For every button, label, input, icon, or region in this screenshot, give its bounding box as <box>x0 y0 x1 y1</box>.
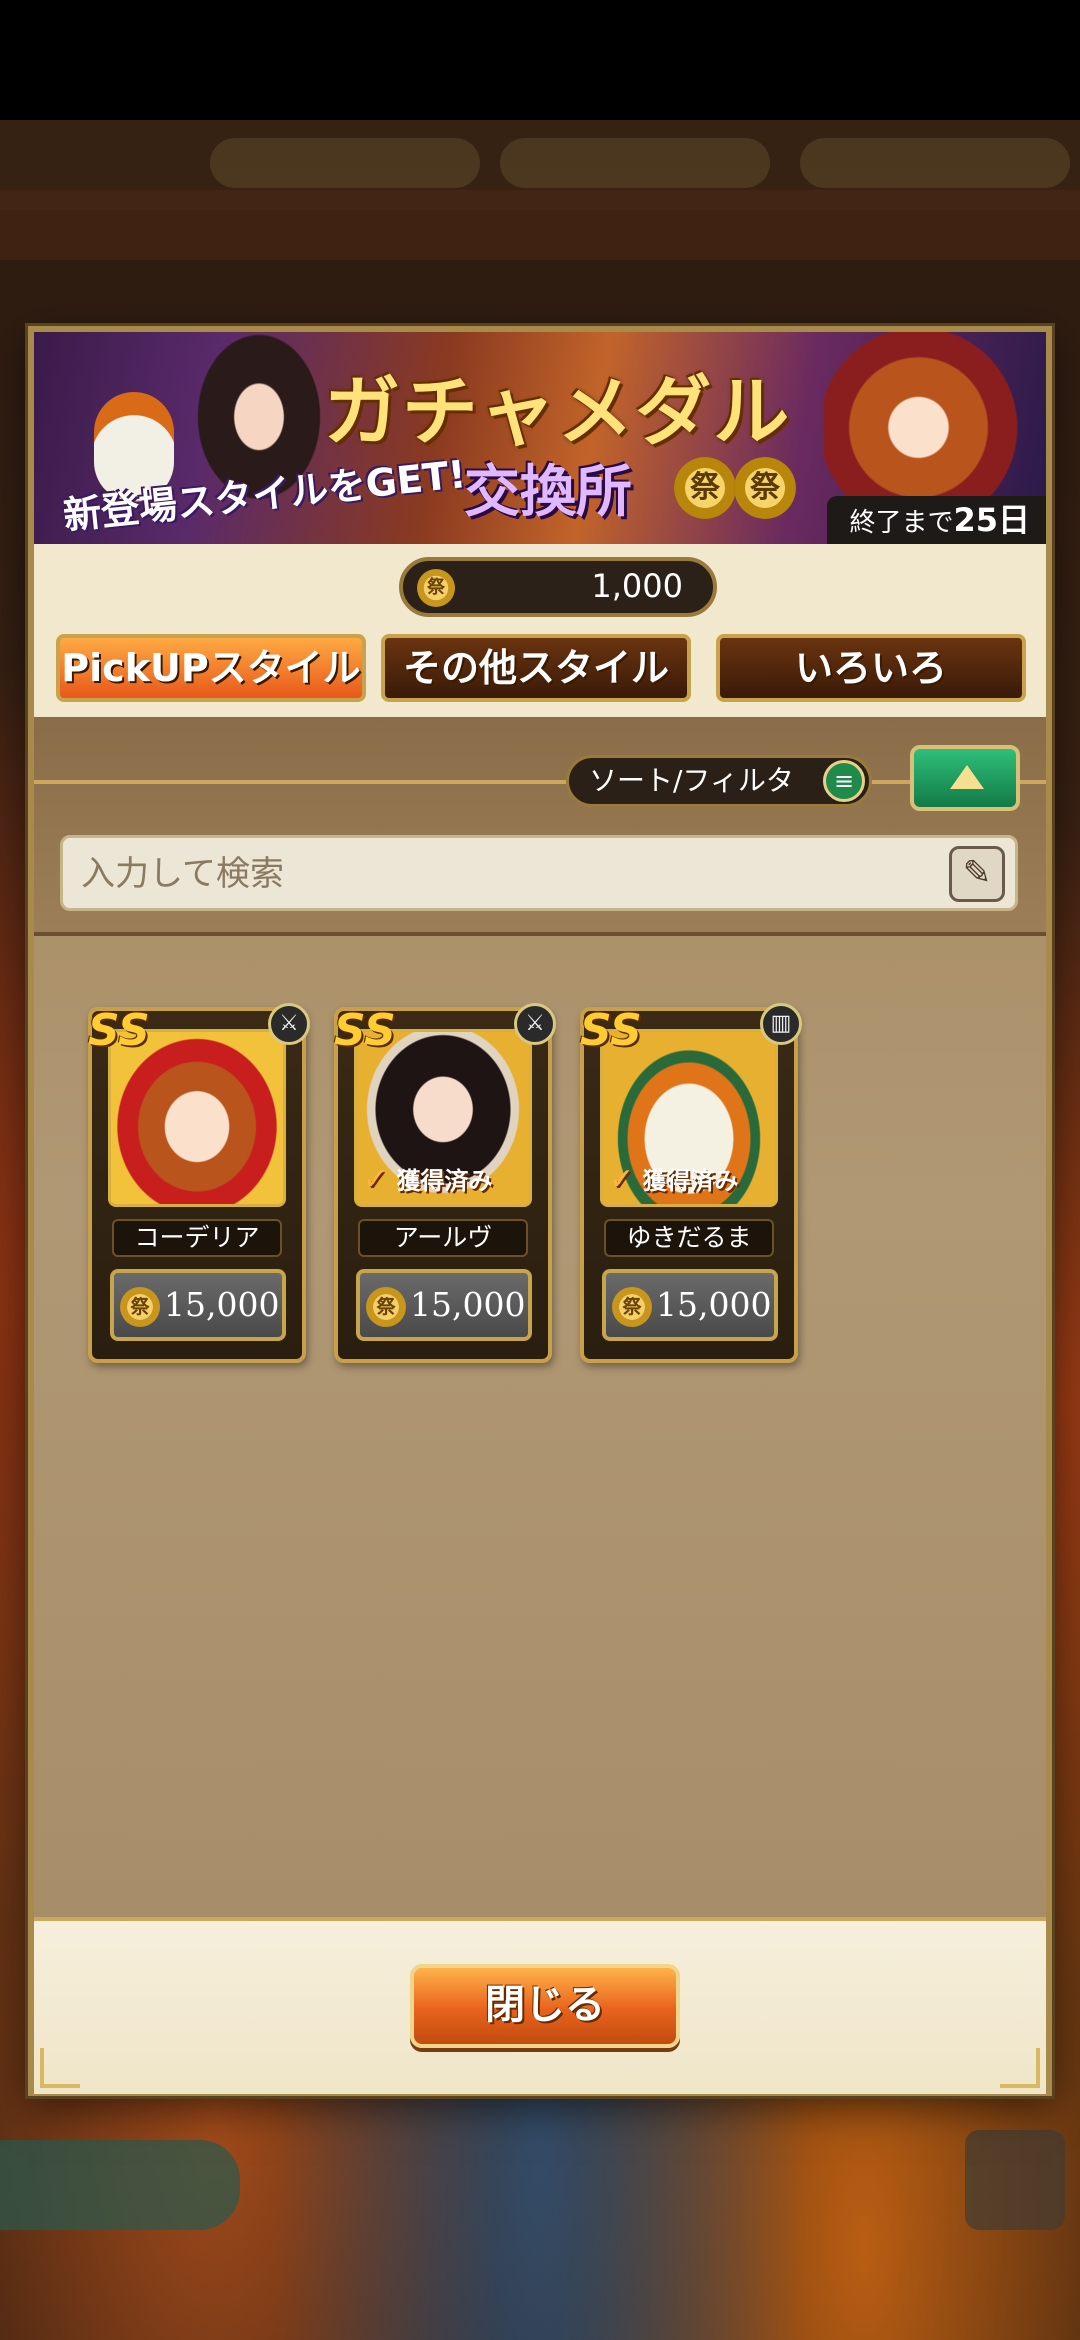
obtained-badge: ✓ 獲得済み <box>363 1162 523 1198</box>
ornament-corner <box>1000 2048 1040 2088</box>
modal-footer: 閉じる <box>34 1917 1046 2094</box>
check-icon: ✓ <box>363 1162 389 1197</box>
style-card[interactable]: SS ⚔ コーデリア 祭 15,000 <box>88 1003 310 1363</box>
medal-coin-icon: 祭 <box>120 1287 160 1327</box>
medal-coin-icon: 祭 <box>674 457 736 519</box>
status-bar <box>0 0 1080 120</box>
price-value: 15,000 <box>164 1285 280 1324</box>
content-area: ソート/フィルタ ≡ ✎ SS ⚔ コーデリア 祭 15,000 <box>34 717 1046 1917</box>
close-button[interactable]: 閉じる <box>410 1964 680 2048</box>
triangle-up-icon <box>950 765 984 789</box>
obtained-label: 獲得済み <box>396 1167 493 1195</box>
header-bar-blurred <box>0 190 1080 260</box>
obtained-label: 獲得済み <box>642 1167 739 1195</box>
check-icon: ✓ <box>609 1162 635 1197</box>
rank-badge: SS <box>580 1005 642 1056</box>
character-name: ゆきだるま <box>604 1219 774 1257</box>
medal-coin-icon: 祭 <box>417 569 455 607</box>
tab-pickup-style[interactable]: PickUPスタイル <box>56 634 366 702</box>
price-tag: 祭 15,000 <box>602 1269 778 1341</box>
tab-bar: PickUPスタイル その他スタイル いろいろ <box>56 634 1026 706</box>
tab-other-style[interactable]: その他スタイル <box>381 634 691 702</box>
character-name: コーデリア <box>112 1219 282 1257</box>
medal-coin-icon: 祭 <box>734 457 796 519</box>
banner-subtitle: 交換所 <box>464 460 632 525</box>
search-box: ✎ <box>60 835 1018 911</box>
ornament-corner <box>40 2048 80 2088</box>
character-name: アールヴ <box>358 1219 528 1257</box>
deadline-value: 25日 <box>953 501 1030 539</box>
style-card-list: SS ⚔ コーデリア 祭 15,000 SS ⚔ ✓ 獲得済み アールヴ 祭 1… <box>54 1003 1034 1377</box>
divider <box>34 780 1046 784</box>
toolbar: ソート/フィルタ ≡ ✎ <box>34 717 1046 936</box>
medal-amount: 1,000 <box>591 567 683 605</box>
deadline-badge: 終了まで25日 <box>827 496 1046 544</box>
sword-icon: ⚔ <box>514 1003 556 1045</box>
tab-misc[interactable]: いろいろ <box>716 634 1026 702</box>
bottom-left-button-blurred <box>0 2140 240 2230</box>
banner-title: ガチャメダル <box>324 367 792 456</box>
obtained-badge: ✓ 獲得済み <box>609 1162 769 1198</box>
exchange-modal: ガチャメダル 交換所 祭 祭 新登場スタイルをGET! 終了まで25日 祭 1,… <box>28 326 1052 2096</box>
edit-icon[interactable]: ✎ <box>949 846 1005 902</box>
price-value: 15,000 <box>656 1285 772 1324</box>
sort-filter-button[interactable]: ソート/フィルタ ≡ <box>566 755 872 807</box>
medal-coin-icon: 祭 <box>612 1287 652 1327</box>
price-value: 15,000 <box>410 1285 526 1324</box>
event-banner: ガチャメダル 交換所 祭 祭 新登場スタイルをGET! 終了まで25日 <box>34 332 1046 544</box>
style-card[interactable]: SS ▥ ✓ 獲得済み ゆきだるま 祭 15,000 <box>580 1003 802 1363</box>
rank-badge: SS <box>334 1005 396 1056</box>
menu-icon: ≡ <box>823 760 865 802</box>
deadline-prefix: 終了まで <box>849 508 954 538</box>
collapse-button[interactable] <box>910 745 1020 811</box>
search-input[interactable] <box>79 838 943 910</box>
sword-icon: ⚔ <box>268 1003 310 1045</box>
price-tag: 祭 15,000 <box>356 1269 532 1341</box>
menu-button-blurred <box>965 2130 1065 2230</box>
medal-balance: 祭 1,000 <box>399 557 717 617</box>
sort-filter-label: ソート/フィルタ <box>589 764 794 797</box>
gauntlet-icon: ▥ <box>760 1003 802 1045</box>
style-card[interactable]: SS ⚔ ✓ 獲得済み アールヴ 祭 15,000 <box>334 1003 556 1363</box>
medal-coin-icon: 祭 <box>366 1287 406 1327</box>
price-tag: 祭 15,000 <box>110 1269 286 1341</box>
rank-badge: SS <box>88 1005 150 1056</box>
